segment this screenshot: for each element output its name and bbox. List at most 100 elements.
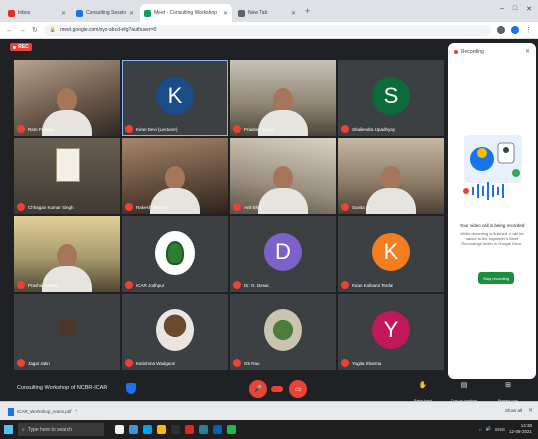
- close-icon[interactable]: ✕: [525, 48, 530, 55]
- pinned-app-icon[interactable]: [143, 425, 152, 434]
- hand-icon: ✋: [418, 382, 428, 389]
- reload-icon[interactable]: ↻: [32, 26, 38, 34]
- participant-tile[interactable]: Sunita B: [338, 138, 444, 214]
- tab-favicon-icon: [238, 9, 245, 17]
- muted-mic-icon: [17, 359, 25, 367]
- participant-photo: [48, 309, 86, 351]
- forward-arrow-icon[interactable]: →: [19, 27, 26, 34]
- record-dot-icon: [454, 50, 458, 54]
- back-arrow-icon[interactable]: ←: [6, 27, 13, 34]
- tabs-container: Inbox ✕ Consulting Session ✕ Meet - Consulti…: [4, 4, 300, 22]
- participant-tile[interactable]: Pradeep Kumar: [230, 60, 336, 136]
- participant-tile[interactable]: ICAR Jodhpur: [122, 216, 228, 292]
- browser-tab-strip: Inbox ✕ Consulting Session ✕ Meet - Consulti…: [0, 0, 538, 22]
- tab-close-icon[interactable]: ✕: [61, 10, 66, 17]
- muted-mic-icon: [341, 359, 349, 367]
- participant-tile[interactable]: Karishma Wadgaon: [122, 294, 228, 370]
- tab-close-icon[interactable]: ✕: [291, 10, 296, 17]
- participant-tile[interactable]: Y Yogita Sharma: [338, 294, 444, 370]
- participant-name: Karishma Wadgaon: [136, 360, 176, 366]
- muted-mic-icon: [125, 125, 133, 133]
- camera-off-button[interactable]: ▭: [289, 380, 307, 398]
- browser-tab[interactable]: New Tab ✕: [234, 4, 300, 22]
- pinned-app-icon[interactable]: [171, 425, 180, 434]
- participant-name: Anil Bhat: [244, 204, 263, 210]
- panel-title: Recording: [454, 49, 484, 55]
- panel-description: While recording is finished, it will be …: [460, 231, 524, 246]
- participant-grid: Ram Prasad K Kiran Devi (Lecturer) Pradeep …: [14, 60, 444, 378]
- participant-nametag: Yogita Sharma: [341, 359, 381, 367]
- tab-title: Meet - Consulting Workshop: [154, 10, 217, 16]
- muted-mic-icon: [233, 203, 241, 211]
- host-controls-shield-icon[interactable]: [126, 383, 136, 394]
- pinned-app-icon[interactable]: [227, 425, 236, 434]
- mic-off-button[interactable]: 🎤: [249, 380, 267, 398]
- participant-tile[interactable]: G5 Rao: [230, 294, 336, 370]
- browser-menu-icon[interactable]: ⋮: [525, 26, 532, 34]
- participant-tile[interactable]: K Kiran Devi (Lecturer): [122, 60, 228, 136]
- pinned-app-icon[interactable]: [213, 425, 222, 434]
- participant-tile[interactable]: D Dr. G. Desai: [230, 216, 336, 292]
- pinned-app-icon[interactable]: [115, 425, 124, 434]
- muted-mic-icon: [341, 203, 349, 211]
- new-tab-button[interactable]: +: [305, 6, 310, 16]
- maximize-button[interactable]: □: [513, 5, 517, 13]
- participant-tile[interactable]: Jagat Jatin: [14, 294, 120, 370]
- browser-tab[interactable]: Consulting Session ✕: [72, 4, 138, 22]
- muted-mic-icon: [125, 359, 133, 367]
- tab-title: New Tab: [248, 10, 268, 16]
- browser-tab[interactable]: Meet - Consulting Workshop ✕: [140, 4, 232, 22]
- participant-tile[interactable]: Anil Bhat: [230, 138, 336, 214]
- close-download-bar-icon[interactable]: ✕: [528, 407, 533, 414]
- taskbar-search-box[interactable]: ⌕ Type here to search: [18, 423, 104, 436]
- download-item[interactable]: ICAR_Workshop_notes.pdf ⌃: [8, 407, 78, 416]
- participant-avatar: D: [264, 233, 302, 271]
- participant-tile[interactable]: K Kiran Kulkarni Terdal: [338, 216, 444, 292]
- close-window-button[interactable]: ✕: [526, 5, 532, 13]
- rec-dot-icon: [13, 45, 17, 49]
- participant-name: Shailendra Upadhyay: [352, 126, 396, 132]
- browser-tab[interactable]: Inbox ✕: [4, 4, 70, 22]
- tab-close-icon[interactable]: ✕: [223, 10, 228, 17]
- show-all-downloads-link[interactable]: Show all: [505, 408, 522, 413]
- pinned-app-icon[interactable]: [185, 425, 194, 434]
- participant-nametag: Chhagan Kumar Singh: [17, 203, 74, 211]
- stop-recording-button[interactable]: Stop recording: [478, 272, 514, 284]
- minimize-button[interactable]: –: [500, 5, 504, 13]
- download-file-name: ICAR_Workshop_notes.pdf: [17, 409, 72, 414]
- pinned-app-icon[interactable]: [199, 425, 208, 434]
- tab-close-icon[interactable]: ✕: [129, 10, 134, 17]
- screen: Inbox ✕ Consulting Session ✕ Meet - Consulti…: [0, 0, 538, 439]
- captions-icon: ▤: [460, 382, 468, 389]
- language-indicator[interactable]: ENG: [495, 427, 505, 432]
- participant-name: Chhagan Kumar Singh: [28, 204, 74, 210]
- chevron-down-icon[interactable]: ⌃: [74, 409, 78, 415]
- muted-mic-icon: [233, 359, 241, 367]
- leave-call-button[interactable]: [271, 386, 283, 392]
- participant-tile[interactable]: Chhagan Kumar Singh: [14, 138, 120, 214]
- network-icon[interactable]: ⌂: [479, 427, 482, 432]
- pinned-app-icon[interactable]: [157, 425, 166, 434]
- camera-off-icon: ▭: [294, 386, 302, 393]
- windows-start-icon[interactable]: [4, 425, 13, 434]
- url-field[interactable]: 🔒 meet.google.com/xyz-abcd-efg?authuser=…: [43, 24, 491, 36]
- participant-nametag: Ram Prasad: [17, 125, 53, 133]
- muted-mic-icon: [125, 281, 133, 289]
- search-icon: ⌕: [22, 426, 25, 433]
- participant-tile[interactable]: Rakesh Sharma: [122, 138, 228, 214]
- clock[interactable]: 14:38 12-06-2021: [509, 423, 532, 435]
- system-tray: ⌂ 🔊 ENG 14:38 12-06-2021: [479, 423, 532, 435]
- participant-tile[interactable]: S Shailendra Upadhyay: [338, 60, 444, 136]
- participant-tile[interactable]: Prashant Rathi: [14, 216, 120, 292]
- download-bar: ICAR_Workshop_notes.pdf ⌃ Show all ✕: [0, 401, 538, 420]
- profile-avatar-icon[interactable]: [511, 26, 519, 34]
- extension-icon[interactable]: [497, 26, 505, 34]
- participant-nametag: Kiran Kulkarni Terdal: [341, 281, 393, 289]
- participant-name: Kiran Devi (Lecturer): [136, 126, 178, 132]
- recording-illustration-icon: [463, 135, 522, 200]
- pinned-app-icon[interactable]: [129, 425, 138, 434]
- recording-badge: REC: [10, 43, 32, 51]
- participant-tile[interactable]: Ram Prasad: [14, 60, 120, 136]
- participant-nametag: Rakesh Sharma: [125, 203, 168, 211]
- volume-icon[interactable]: 🔊: [486, 426, 492, 432]
